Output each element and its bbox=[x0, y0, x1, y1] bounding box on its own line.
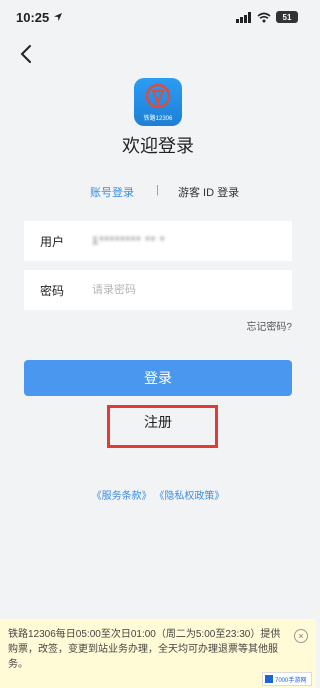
battery-icon: 51 bbox=[276, 11, 298, 23]
watermark-text: 7000手游网 bbox=[275, 677, 307, 684]
username-value[interactable]: 1******** ** * bbox=[92, 235, 165, 247]
page-title: 欢迎登录 bbox=[122, 136, 194, 156]
notice-banner: 铁路12306每日05:00至次日01:00（周二为5:00至23:30）提供购… bbox=[0, 619, 316, 688]
status-right: 51 bbox=[236, 11, 298, 23]
watermark: 7000手游网 bbox=[262, 672, 312, 686]
password-label: 密码 bbox=[40, 283, 65, 298]
back-button[interactable] bbox=[16, 40, 36, 68]
status-time: 10:25 bbox=[16, 9, 50, 25]
forgot-password-link[interactable]: 忘记密码? bbox=[246, 318, 292, 333]
location-arrow-icon bbox=[54, 13, 63, 21]
username-label: 用户 bbox=[40, 234, 65, 249]
login-tabs: 账号登录 | 游客 ID 登录 bbox=[0, 184, 316, 202]
login-button[interactable]: 登录 bbox=[24, 360, 292, 396]
tab-separator: | bbox=[156, 184, 159, 196]
cellular-signal-icon bbox=[236, 11, 251, 23]
watermark-logo-icon bbox=[265, 675, 273, 683]
railway-logo-icon bbox=[145, 83, 171, 109]
password-field[interactable]: 密码 bbox=[24, 270, 292, 310]
app-logo: 铁路12306 bbox=[134, 78, 182, 126]
tab-guest-login[interactable]: 游客 ID 登录 bbox=[178, 184, 239, 200]
password-input[interactable] bbox=[92, 284, 272, 296]
status-bar: 10:25 51 bbox=[0, 0, 316, 34]
status-left: 10:25 bbox=[16, 10, 63, 25]
logo-caption: 铁路12306 bbox=[143, 116, 173, 122]
policy-links[interactable]: 《服务条款》 《隐私权政策》 bbox=[0, 487, 316, 502]
wifi-icon bbox=[257, 12, 271, 22]
close-icon[interactable]: × bbox=[294, 629, 308, 643]
tab-account-login[interactable]: 账号登录 bbox=[90, 184, 134, 200]
username-field[interactable]: 用户 1******** ** * bbox=[24, 221, 292, 261]
chevron-left-icon bbox=[20, 45, 31, 63]
register-highlight-box bbox=[107, 405, 218, 448]
notice-text: 铁路12306每日05:00至次日01:00（周二为5:00至23:30）提供购… bbox=[8, 629, 281, 670]
